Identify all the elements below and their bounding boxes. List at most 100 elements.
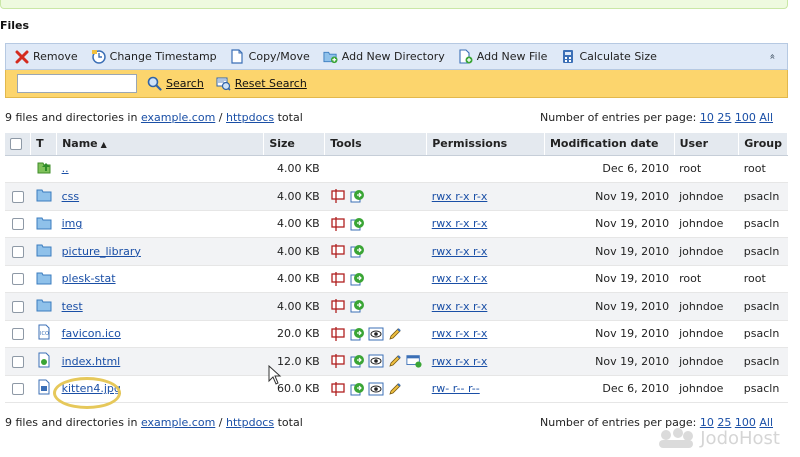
- permissions-link[interactable]: rwx r-x r-x: [432, 245, 488, 258]
- row-checkbox[interactable]: [11, 383, 24, 396]
- watermark-text: JodoHost: [700, 427, 780, 449]
- permissions-link[interactable]: rwx r-x r-x: [432, 300, 488, 313]
- row-checkbox[interactable]: [11, 328, 24, 341]
- change-timestamp-label: Change Timestamp: [109, 50, 217, 63]
- type-cell: [30, 210, 57, 238]
- reset-search-button[interactable]: Reset Search: [216, 76, 307, 91]
- name-cell: plesk-stat: [56, 265, 264, 293]
- per-page-option-100[interactable]: 100: [735, 111, 756, 124]
- copy-icon[interactable]: [349, 216, 365, 232]
- file-name-link[interactable]: img: [62, 217, 83, 230]
- table-row: kitten4.jpg 60.0 KB rw- r-- r-- Dec 6, 2010…: [5, 375, 788, 403]
- rename-icon[interactable]: [330, 298, 346, 314]
- copy-icon[interactable]: [349, 353, 365, 369]
- view-icon[interactable]: [368, 353, 384, 369]
- size-column-header[interactable]: Size: [263, 133, 326, 156]
- remove-x-icon: [14, 49, 29, 64]
- file-name-link[interactable]: picture_library: [62, 245, 141, 258]
- top-notice-banner: [0, 0, 788, 9]
- rename-icon[interactable]: [330, 271, 346, 287]
- row-checkbox[interactable]: [11, 245, 24, 258]
- calculate-size-label: Calculate Size: [579, 50, 657, 63]
- watermark-logo-icon: [659, 428, 694, 448]
- folder-link[interactable]: httpdocs: [226, 416, 274, 429]
- svg-text:ICO: ICO: [40, 331, 49, 337]
- copy-icon[interactable]: [349, 188, 365, 204]
- permissions-cell: [426, 155, 545, 183]
- summary-bottom: 9 files and directories in example.com /…: [5, 416, 303, 429]
- calculate-size-button[interactable]: Calculate Size: [560, 49, 657, 64]
- per-page-option-25[interactable]: 25: [717, 111, 731, 124]
- file-name-link[interactable]: plesk-stat: [62, 272, 116, 285]
- file-name-link[interactable]: ..: [62, 162, 69, 175]
- permissions-link[interactable]: rwx r-x r-x: [432, 327, 488, 340]
- row-checkbox[interactable]: [11, 190, 24, 203]
- row-checkbox[interactable]: [11, 355, 24, 368]
- modification-date-cell: Dec 6, 2010: [544, 155, 675, 183]
- permissions-link[interactable]: rwx r-x r-x: [432, 355, 488, 368]
- html-editor-icon[interactable]: [406, 353, 422, 369]
- copy-icon[interactable]: [349, 243, 365, 259]
- summary-suffix: total: [277, 416, 303, 429]
- add-new-file-button[interactable]: Add New File: [458, 49, 547, 64]
- row-checkbox[interactable]: [11, 273, 24, 286]
- collapse-toolbar-icon[interactable]: «: [766, 53, 777, 59]
- row-checkbox[interactable]: [11, 218, 24, 231]
- rename-icon[interactable]: [330, 353, 346, 369]
- folder-icon: [36, 242, 52, 258]
- per-page-option-10[interactable]: 10: [700, 111, 714, 124]
- group-cell: psacln: [738, 375, 788, 403]
- folder-icon: [36, 297, 52, 313]
- permissions-link[interactable]: rw- r-- r--: [432, 382, 480, 395]
- select-all-checkbox[interactable]: [10, 138, 22, 151]
- permissions-column-header[interactable]: Permissions: [426, 133, 545, 156]
- rename-icon[interactable]: [330, 326, 346, 342]
- entries-per-page-top: Number of entries per page: 10 25 100 Al…: [540, 111, 773, 124]
- copy-move-button[interactable]: Copy/Move: [230, 49, 310, 64]
- domain-link[interactable]: example.com: [141, 416, 215, 429]
- permissions-link[interactable]: rwx r-x r-x: [432, 217, 488, 230]
- per-page-option-all[interactable]: All: [759, 111, 773, 124]
- copy-icon[interactable]: [349, 381, 365, 397]
- change-timestamp-button[interactable]: Change Timestamp: [91, 49, 217, 64]
- group-cell: psacln: [738, 237, 788, 266]
- file-name-link[interactable]: favicon.ico: [62, 327, 121, 340]
- copy-icon[interactable]: [349, 326, 365, 342]
- group-column-header[interactable]: Group: [738, 133, 788, 156]
- copy-icon[interactable]: [349, 271, 365, 287]
- row-checkbox[interactable]: [11, 300, 24, 313]
- permissions-link[interactable]: rwx r-x r-x: [432, 272, 488, 285]
- search-input[interactable]: [17, 74, 137, 93]
- view-icon[interactable]: [368, 326, 384, 342]
- file-name-link[interactable]: test: [62, 300, 83, 313]
- copy-icon[interactable]: [349, 298, 365, 314]
- rename-icon[interactable]: [330, 381, 346, 397]
- tools-cell: [324, 375, 427, 403]
- edit-icon[interactable]: [387, 326, 403, 342]
- rename-icon[interactable]: [330, 188, 346, 204]
- type-cell: ICO: [30, 320, 57, 348]
- name-column-header[interactable]: Name ▲: [56, 133, 265, 156]
- user-column-header[interactable]: User: [674, 133, 740, 156]
- type-column-header[interactable]: T: [30, 133, 58, 156]
- rename-icon[interactable]: [330, 243, 346, 259]
- file-name-link[interactable]: index.html: [62, 355, 121, 368]
- modification-date-cell: Nov 19, 2010: [544, 265, 675, 293]
- edit-icon[interactable]: [387, 353, 403, 369]
- remove-button[interactable]: Remove: [14, 49, 78, 64]
- modification-date-column-header[interactable]: Modification date: [544, 133, 675, 156]
- edit-icon[interactable]: [387, 381, 403, 397]
- rename-icon[interactable]: [330, 216, 346, 232]
- type-cell: [30, 182, 57, 211]
- permissions-link[interactable]: rwx r-x r-x: [432, 190, 488, 203]
- size-cell: 4.00 KB: [263, 292, 325, 321]
- add-new-directory-label: Add New Directory: [341, 50, 445, 63]
- file-name-link[interactable]: css: [62, 190, 80, 203]
- folder-link[interactable]: httpdocs: [226, 111, 274, 124]
- group-cell: root: [738, 155, 788, 183]
- search-button[interactable]: Search: [147, 76, 204, 91]
- view-icon[interactable]: [368, 381, 384, 397]
- type-cell: [30, 292, 57, 321]
- domain-link[interactable]: example.com: [141, 111, 215, 124]
- add-new-directory-button[interactable]: Add New Directory: [323, 49, 445, 64]
